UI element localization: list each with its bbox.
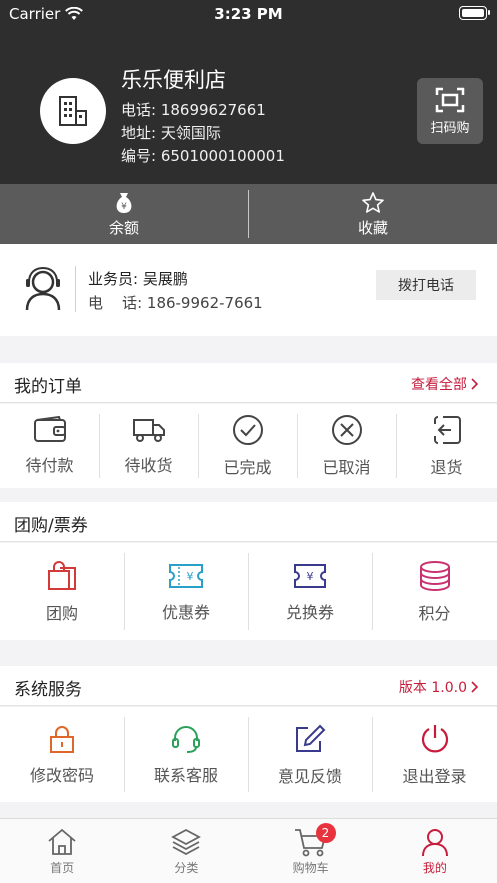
group-grid: 团购 ¥ 优惠券 ¥ 兑换券 积分 (0, 543, 497, 640)
group-title: 团购/票券 (14, 516, 88, 536)
store-avatar[interactable] (40, 78, 106, 144)
truck-icon (132, 419, 165, 442)
tab-mine[interactable]: 我的 (373, 819, 497, 883)
favorites-button[interactable]: 收藏 (249, 184, 497, 244)
status-bar: Carrier 3:23 PM (0, 0, 497, 28)
store-number: 编号: 6501000100001 (121, 147, 285, 165)
headset-icon (172, 725, 200, 753)
profile-header: Carrier 3:23 PM 乐乐便利店 电话: 18699627661 地址… (0, 0, 497, 184)
chevron-right-icon (471, 378, 479, 390)
order-pending-payment[interactable]: 待付款 (0, 404, 99, 488)
store-phone: 电话: 18699627661 (121, 101, 266, 119)
group-label: 兑换券 (285, 602, 334, 622)
tab-bar: 首页 分类 购物车 2 我的 (0, 818, 497, 883)
tab-label: 我的 (422, 861, 447, 875)
logout[interactable]: 退出登录 (372, 707, 497, 802)
salesman-name: 业务员: 吴展鹏 (88, 270, 188, 288)
version-info[interactable]: 版本 1.0.0 (399, 677, 479, 697)
view-all-orders-link[interactable]: 查看全部 (411, 374, 479, 394)
system-header: 系统服务 版本 1.0.0 (0, 666, 497, 706)
group-label: 积分 (418, 603, 451, 623)
tab-cart[interactable]: 购物车 2 (249, 819, 373, 883)
system-label: 退出登录 (402, 766, 467, 786)
order-cancelled[interactable]: 已取消 (297, 404, 396, 488)
lock-icon (50, 725, 74, 753)
store-name: 乐乐便利店 (121, 68, 226, 92)
vouchers[interactable]: ¥ 兑换券 (248, 543, 372, 640)
check-circle-icon (232, 415, 263, 445)
group-buy[interactable]: 团购 (0, 543, 124, 640)
scan-icon (435, 87, 465, 112)
balance-label: 余额 (108, 218, 139, 237)
building-icon (59, 96, 87, 126)
tab-home[interactable]: 首页 (0, 819, 124, 883)
order-completed[interactable]: 已完成 (198, 404, 297, 488)
coins-icon (419, 560, 450, 591)
salesman-headset-icon (25, 266, 61, 311)
wallet-icon (33, 416, 66, 442)
order-label: 待付款 (25, 456, 74, 475)
balance-bar: ¥ 余额 收藏 (0, 184, 497, 244)
group-label: 优惠券 (161, 602, 210, 622)
voucher-icon: ¥ (294, 563, 326, 588)
orders-header: 我的订单 查看全部 (0, 363, 497, 403)
salesman-card: 业务员: 吴展鹏 电 话: 186-9962-7661 拨打电话 (0, 244, 497, 336)
group-header: 团购/票券 (0, 502, 497, 542)
svg-text:¥: ¥ (187, 570, 194, 583)
order-return[interactable]: 退货 (396, 404, 497, 488)
divider (75, 266, 76, 312)
svg-text:¥: ¥ (121, 202, 127, 212)
order-label: 退货 (430, 458, 463, 477)
system-grid: 修改密码 联系客服 意见反馈 退出登录 (0, 707, 497, 802)
cart-badge: 2 (315, 823, 336, 843)
order-label: 待收货 (124, 456, 173, 475)
tab-category[interactable]: 分类 (124, 819, 248, 883)
contact-support[interactable]: 联系客服 (124, 707, 248, 802)
system-label: 修改密码 (29, 765, 94, 785)
favorites-label: 收藏 (357, 218, 388, 237)
layers-icon (171, 828, 202, 856)
user-icon (421, 829, 448, 857)
tab-label: 购物车 (292, 861, 329, 875)
return-icon (433, 416, 461, 444)
system-label: 联系客服 (153, 765, 218, 785)
money-bag-icon: ¥ (116, 192, 132, 213)
version-label: 版本 1.0.0 (398, 680, 467, 696)
svg-text:¥: ¥ (307, 570, 314, 583)
edit-icon (296, 724, 326, 752)
group-label: 团购 (45, 603, 78, 623)
orders-title: 我的订单 (14, 377, 82, 397)
coupons[interactable]: ¥ 优惠券 (124, 543, 248, 640)
battery-icon (459, 6, 490, 20)
change-password[interactable]: 修改密码 (0, 707, 124, 802)
coupon-icon: ¥ (169, 563, 203, 588)
view-all-label: 查看全部 (411, 377, 467, 393)
feedback[interactable]: 意见反馈 (248, 707, 372, 802)
scan-to-buy-button[interactable]: 扫码购 (417, 78, 483, 144)
system-title: 系统服务 (14, 680, 82, 700)
tab-label: 首页 (50, 861, 75, 875)
x-circle-icon (331, 415, 362, 445)
salesman-phone: 电 话: 186-9962-7661 (88, 294, 263, 312)
tab-label: 分类 (174, 861, 199, 875)
system-label: 意见反馈 (277, 766, 342, 786)
chevron-right-icon (471, 681, 479, 693)
power-icon (421, 724, 448, 752)
orders-grid: 待付款 待收货 已完成 已取消 退货 (0, 404, 497, 488)
order-label: 已完成 (223, 458, 272, 477)
store-address: 地址: 天领国际 (121, 124, 221, 142)
points[interactable]: 积分 (372, 543, 497, 640)
order-label: 已取消 (322, 458, 371, 477)
home-icon (48, 828, 76, 855)
call-button[interactable]: 拨打电话 (376, 270, 476, 300)
shopping-bag-icon (48, 560, 76, 590)
scan-label: 扫码购 (430, 120, 470, 136)
balance-button[interactable]: ¥ 余额 (0, 184, 248, 244)
status-time: 3:23 PM (214, 5, 283, 23)
star-icon (362, 191, 384, 213)
order-pending-delivery[interactable]: 待收货 (99, 404, 198, 488)
